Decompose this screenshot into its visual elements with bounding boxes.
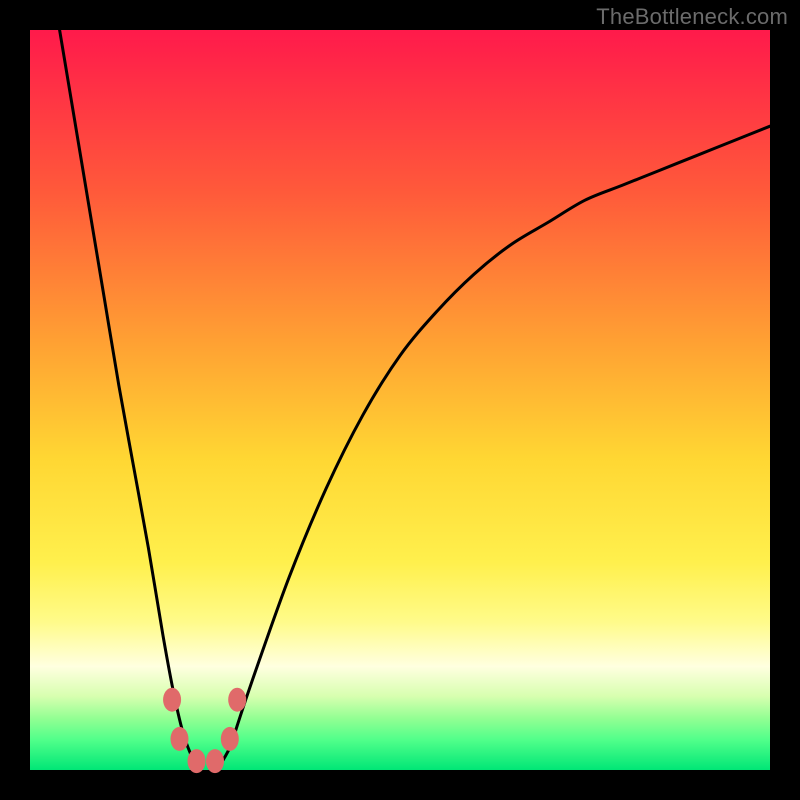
bottleneck-curve <box>60 30 770 773</box>
chart-frame: TheBottleneck.com <box>0 0 800 800</box>
watermark-text: TheBottleneck.com <box>596 4 788 30</box>
plot-area <box>30 30 770 770</box>
curve-marker <box>221 727 239 751</box>
curve-marker <box>206 749 224 773</box>
curve-layer <box>30 30 770 770</box>
curve-marker <box>163 688 181 712</box>
curve-marker <box>228 688 246 712</box>
curve-marker <box>188 749 206 773</box>
curve-marker <box>170 727 188 751</box>
marker-group <box>163 688 246 773</box>
